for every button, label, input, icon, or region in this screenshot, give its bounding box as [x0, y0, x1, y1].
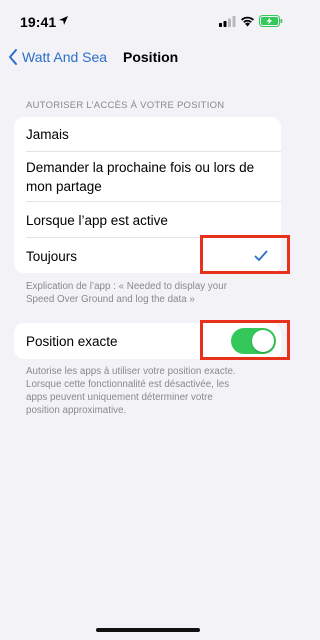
- back-button[interactable]: Watt And Sea: [22, 49, 107, 65]
- location-arrow-icon: [59, 16, 68, 25]
- footer-line: apps peuvent uniquement déterminer votre: [26, 392, 213, 403]
- precise-section-footer: Autorise les apps à utiliser votre posit…: [26, 365, 274, 417]
- option-label: Demander la prochaine fois ou lors de: [26, 160, 255, 175]
- option-never[interactable]: Jamais: [14, 117, 281, 151]
- battery-charging-icon: [259, 15, 283, 27]
- option-ask-next-time[interactable]: Demander la prochaine fois ou lors de mo…: [14, 152, 281, 200]
- status-time: 19:41: [20, 14, 57, 30]
- navigation-bar: Watt And Sea Position: [0, 44, 296, 72]
- option-while-using[interactable]: Lorsque l’app est active: [14, 202, 281, 237]
- option-label: Jamais: [26, 127, 69, 142]
- access-section-footer: Explication de l’app : « Needed to displ…: [26, 280, 274, 306]
- page-title: Position: [123, 49, 179, 65]
- cellular-signal-icon: [219, 16, 236, 27]
- footer-line: Speed Over Ground and log the data »: [26, 294, 195, 305]
- home-indicator: [96, 628, 200, 632]
- status-bar: 19:41: [0, 0, 296, 44]
- chevron-left-icon[interactable]: [8, 48, 18, 66]
- wifi-icon: [241, 16, 254, 27]
- option-label: Toujours: [26, 249, 78, 264]
- footer-line: Lorsque cette fonctionnalité est désacti…: [26, 379, 230, 390]
- option-label-continued: mon partage: [26, 179, 102, 194]
- access-section-header: AUTORISER L’ACCÈS À VOTRE POSITION: [26, 100, 225, 111]
- footer-line: Explication de l’app : « Needed to displ…: [26, 281, 227, 292]
- option-label: Lorsque l’app est active: [26, 213, 168, 228]
- checkmark-highlight-box: [200, 235, 290, 274]
- toggle-highlight-box: [200, 320, 290, 360]
- footer-line: Autorise les apps à utiliser votre posit…: [26, 366, 236, 377]
- footer-line: position approximative.: [26, 405, 127, 416]
- precise-location-label: Position exacte: [26, 334, 118, 349]
